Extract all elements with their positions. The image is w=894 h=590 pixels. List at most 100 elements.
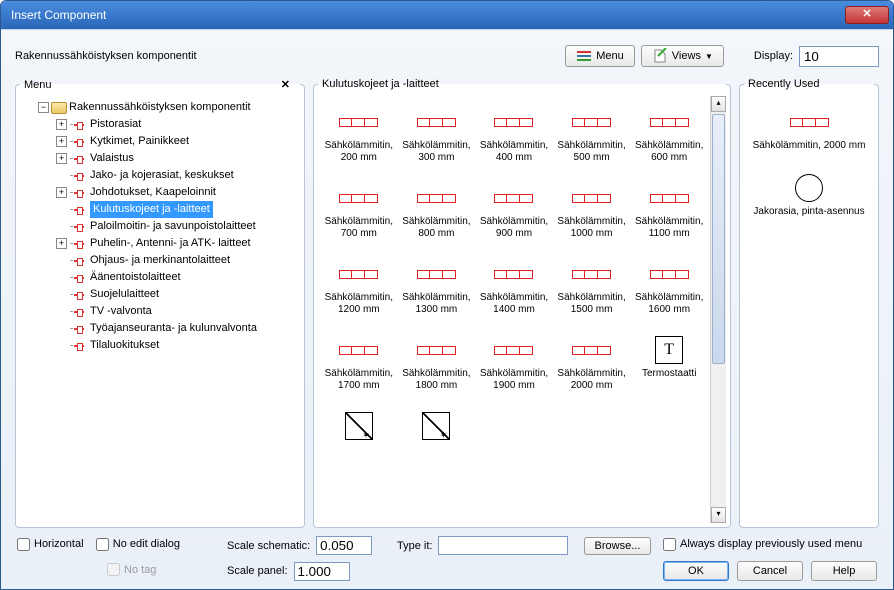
tree-item[interactable]: +··· Johdotukset, Kaapeloinnit bbox=[22, 184, 300, 201]
window-close-button[interactable]: ✕ bbox=[845, 6, 889, 24]
component-cell[interactable]: Sähkölämmitin, 1700 mm bbox=[322, 332, 396, 396]
component-cell[interactable]: Sähkölämmitin, 2000 mm bbox=[555, 332, 629, 396]
component-cell[interactable]: Sähkölämmitin, 900 mm bbox=[477, 180, 551, 244]
browse-button[interactable]: Browse... bbox=[584, 537, 652, 555]
tree-item-label: Valaistus bbox=[90, 150, 134, 167]
component-cell[interactable] bbox=[400, 408, 474, 448]
component-cell[interactable]: Sähkölämmitin, 1600 mm bbox=[632, 256, 706, 320]
scroll-thumb[interactable] bbox=[712, 114, 725, 364]
scale-panel-input[interactable] bbox=[294, 562, 350, 581]
component-cell[interactable]: Sähkölämmitin, 1400 mm bbox=[477, 256, 551, 320]
component-cell[interactable]: T Termostaatti bbox=[632, 332, 706, 396]
thermostat-symbol-icon: T bbox=[655, 336, 683, 364]
tree-item[interactable]: ···Tilaluokitukset bbox=[22, 337, 300, 354]
content-area: Rakennussähköistyksen komponentit Menu V… bbox=[1, 29, 893, 589]
heater-symbol-icon bbox=[650, 194, 689, 203]
tree-item[interactable]: +··· Valaistus bbox=[22, 150, 300, 167]
tree-item[interactable]: ···Kulutuskojeet ja -laitteet bbox=[22, 201, 300, 218]
component-cell[interactable]: Sähkölämmitin, 1900 mm bbox=[477, 332, 551, 396]
heater-symbol-icon bbox=[572, 346, 611, 355]
scale-schematic-label: Scale schematic: bbox=[227, 540, 310, 552]
component-label: Sähkölämmitin, 1100 mm bbox=[634, 216, 704, 240]
notag-checkbox: No tag bbox=[107, 563, 156, 576]
noedit-checkbox[interactable]: No edit dialog bbox=[96, 538, 180, 551]
component-cell[interactable]: Sähkölämmitin, 700 mm bbox=[322, 180, 396, 244]
scroll-up-icon[interactable]: ▴ bbox=[711, 96, 726, 112]
recent-panel: Recently Used Sähkölämmitin, 2000 mmJako… bbox=[739, 78, 879, 528]
tree[interactable]: − Rakennussähköistyksen komponentit +···… bbox=[20, 97, 300, 523]
tree-item[interactable]: +···Puhelin-, Antenni- ja ATK- laitteet bbox=[22, 235, 300, 252]
heater-symbol-icon bbox=[494, 346, 533, 355]
component-cell[interactable]: Sähkölämmitin, 500 mm bbox=[555, 104, 629, 168]
recent-item[interactable]: Sähkölämmitin, 2000 mm bbox=[748, 104, 870, 156]
window-title: Insert Component bbox=[11, 8, 845, 22]
tree-root[interactable]: − Rakennussähköistyksen komponentit bbox=[22, 99, 300, 116]
ok-button[interactable]: OK bbox=[663, 561, 729, 581]
typeit-label: Type it: bbox=[397, 540, 432, 552]
expand-icon[interactable]: + bbox=[56, 238, 67, 249]
heater-symbol-icon bbox=[339, 346, 378, 355]
component-cell[interactable]: Sähkölämmitin, 300 mm bbox=[400, 104, 474, 168]
tree-item[interactable]: ···Äänentoistolaitteet bbox=[22, 269, 300, 286]
main-row: Menu ✕ − Rakennussähköistyksen komponent… bbox=[15, 78, 879, 528]
component-cell[interactable]: Sähkölämmitin, 400 mm bbox=[477, 104, 551, 168]
tree-item[interactable]: ···TV -valvonta bbox=[22, 303, 300, 320]
expand-icon[interactable]: + bbox=[56, 153, 67, 164]
component-node-icon bbox=[74, 188, 88, 198]
scale-schematic-input[interactable] bbox=[316, 536, 372, 555]
scroll-down-icon[interactable]: ▾ bbox=[711, 507, 726, 523]
component-cell[interactable]: Sähkölämmitin, 800 mm bbox=[400, 180, 474, 244]
views-button[interactable]: Views ▼ bbox=[641, 45, 724, 67]
component-cell[interactable]: Sähkölämmitin, 1000 mm bbox=[555, 180, 629, 244]
components-panel: Kulutuskojeet ja -laitteet Sähkölämmitin… bbox=[313, 78, 731, 528]
tree-item[interactable]: ···Suojelulaitteet bbox=[22, 286, 300, 303]
component-cell[interactable] bbox=[322, 408, 396, 448]
tree-item[interactable]: ···Työajanseuranta- ja kulunvalvonta bbox=[22, 320, 300, 337]
menu-panel-close-icon[interactable]: ✕ bbox=[281, 78, 296, 91]
tree-item-label: Jako- ja kojerasiat, keskukset bbox=[90, 167, 234, 184]
tree-connector-icon: ··· bbox=[69, 150, 72, 167]
tree-item-label: Johdotukset, Kaapeloinnit bbox=[90, 184, 216, 201]
tree-item-label: TV -valvonta bbox=[90, 303, 152, 320]
component-cell[interactable]: Sähkölämmitin, 200 mm bbox=[322, 104, 396, 168]
tree-connector-icon: ··· bbox=[69, 184, 72, 201]
tree-connector-icon: ··· bbox=[69, 201, 72, 218]
tree-item[interactable]: +···Pistorasiat bbox=[22, 116, 300, 133]
component-node-icon bbox=[74, 239, 88, 249]
tree-item[interactable]: +···Kytkimet, Painikkeet bbox=[22, 133, 300, 150]
always-display-checkbox[interactable]: Always display previously used menu bbox=[663, 538, 862, 551]
expand-icon[interactable]: + bbox=[56, 187, 67, 198]
tree-connector-icon: ··· bbox=[69, 286, 72, 303]
expand-icon[interactable]: + bbox=[56, 136, 67, 147]
component-cell[interactable]: Sähkölämmitin, 1200 mm bbox=[322, 256, 396, 320]
component-cell[interactable]: Sähkölämmitin, 1800 mm bbox=[400, 332, 474, 396]
collapse-icon[interactable]: − bbox=[38, 102, 49, 113]
recent-item-label: Sähkölämmitin, 2000 mm bbox=[753, 140, 866, 152]
tree-item[interactable]: ···Ohjaus- ja merkinantolaitteet bbox=[22, 252, 300, 269]
component-cell[interactable]: Sähkölämmitin, 1300 mm bbox=[400, 256, 474, 320]
display-input[interactable] bbox=[799, 46, 879, 67]
component-label: Termostaatti bbox=[642, 368, 696, 380]
tree-connector-icon: ··· bbox=[69, 116, 72, 133]
horizontal-checkbox[interactable]: Horizontal bbox=[17, 538, 84, 551]
bottom-bar: Horizontal No edit dialog Scale schemati… bbox=[15, 528, 879, 581]
component-label: Sähkölämmitin, 400 mm bbox=[479, 140, 549, 164]
scrollbar[interactable]: ▴ ▾ bbox=[710, 96, 726, 523]
heater-symbol-icon bbox=[650, 118, 689, 127]
component-cell[interactable]: Sähkölämmitin, 600 mm bbox=[632, 104, 706, 168]
component-cell[interactable]: Sähkölämmitin, 1500 mm bbox=[555, 256, 629, 320]
scale-panel-label: Scale panel: bbox=[227, 565, 288, 577]
expand-icon[interactable]: + bbox=[56, 119, 67, 130]
typeit-input[interactable] bbox=[438, 536, 568, 555]
tree-item[interactable]: ···Jako- ja kojerasiat, keskukset bbox=[22, 167, 300, 184]
heater-symbol-icon bbox=[572, 194, 611, 203]
help-button[interactable]: Help bbox=[811, 561, 877, 581]
cancel-button[interactable]: Cancel bbox=[737, 561, 803, 581]
component-label: Sähkölämmitin, 600 mm bbox=[634, 140, 704, 164]
recent-item[interactable]: Jakorasia, pinta-asennus bbox=[748, 170, 870, 222]
menu-button[interactable]: Menu bbox=[565, 45, 635, 67]
tree-item-label: Tilaluokitukset bbox=[90, 337, 159, 354]
component-label: Sähkölämmitin, 1000 mm bbox=[557, 216, 627, 240]
tree-item[interactable]: ···Paloilmoitin- ja savunpoistolaitteet bbox=[22, 218, 300, 235]
component-cell[interactable]: Sähkölämmitin, 1100 mm bbox=[632, 180, 706, 244]
